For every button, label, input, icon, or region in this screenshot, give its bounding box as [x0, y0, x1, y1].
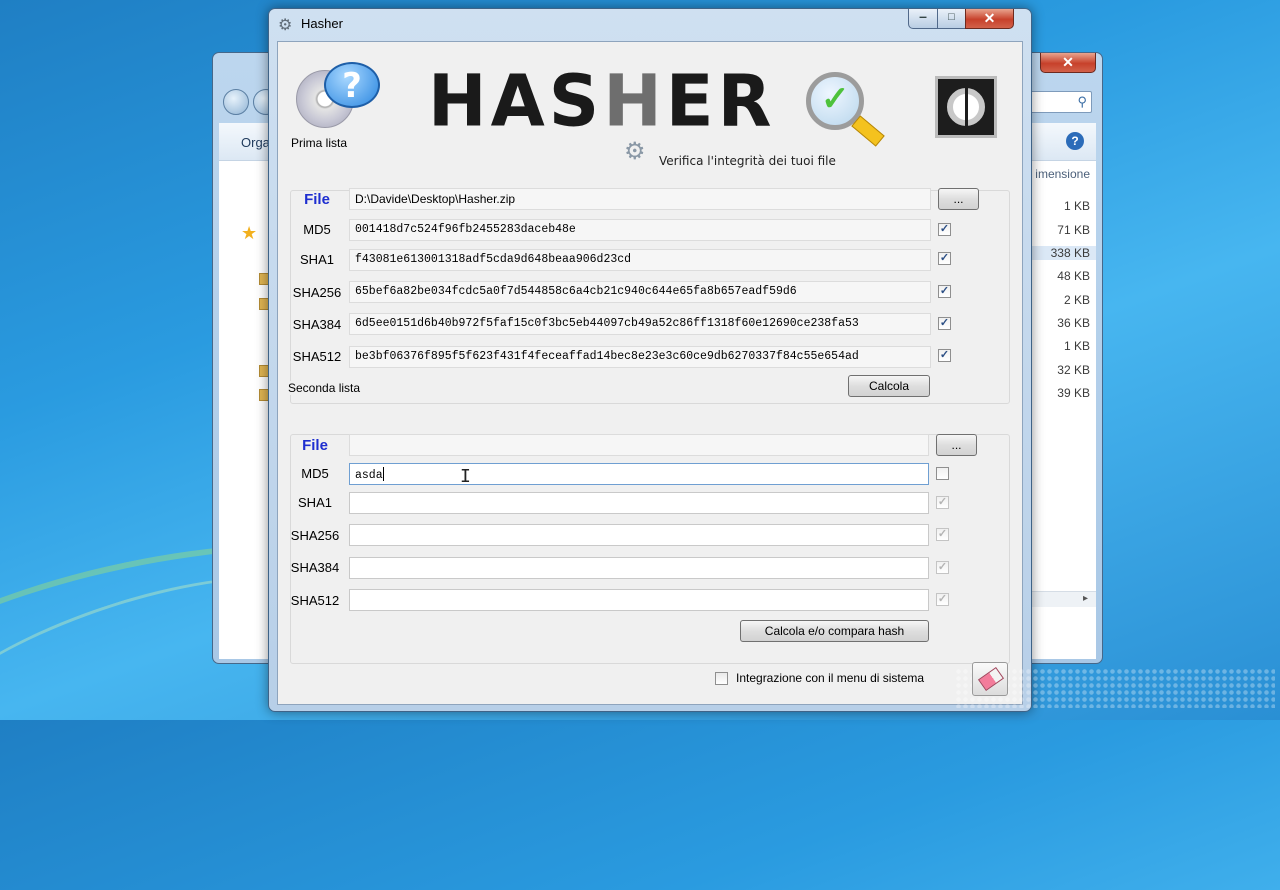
first-browse-button[interactable]: ...: [938, 188, 979, 210]
second-sha256-field[interactable]: [349, 524, 929, 546]
second-sha512-checkbox[interactable]: ✓: [936, 593, 949, 606]
help-icon[interactable]: ?: [1066, 132, 1084, 150]
app-logo-title: HASHER: [428, 59, 776, 143]
second-md5-value: asda: [355, 469, 383, 482]
file-size: 71 KB: [1057, 223, 1090, 237]
logo-text-part: HAS: [428, 59, 604, 143]
file-size: 32 KB: [1057, 363, 1090, 377]
explorer-close-button[interactable]: ✕: [1040, 53, 1096, 73]
logo-text-part: H: [603, 59, 666, 143]
brand-logo-icon: [935, 76, 997, 138]
compare-hash-button[interactable]: Calcola e/o compara hash: [740, 620, 929, 642]
second-browse-button[interactable]: ...: [936, 434, 977, 456]
search-icon: ⚲: [1077, 94, 1087, 109]
file-size: 48 KB: [1057, 269, 1090, 283]
first-list-label: Prima lista: [289, 136, 350, 150]
first-sha256-checkbox[interactable]: ✓: [938, 285, 951, 298]
second-md5-checkbox[interactable]: [936, 467, 949, 480]
eraser-icon: [977, 666, 1005, 692]
integration-checkbox[interactable]: [715, 672, 728, 685]
second-md5-field[interactable]: asda: [349, 463, 929, 485]
second-sha256-checkbox[interactable]: ✓: [936, 528, 949, 541]
first-file-label: File: [304, 191, 330, 208]
window-title: Hasher: [301, 16, 343, 31]
first-md5-label: MD5: [303, 222, 331, 237]
magnifier-handle: [851, 115, 885, 147]
second-sha1-checkbox[interactable]: ✓: [936, 496, 949, 509]
first-sha384-label: SHA384: [292, 317, 342, 332]
minimize-button[interactable]: –: [908, 9, 938, 29]
gears-icon: ⚙: [624, 138, 646, 165]
second-list-label: Seconda lista: [286, 381, 363, 395]
question-bubble-icon: ?: [324, 62, 380, 108]
app-subtitle: Verifica l'integrità dei tuoi file: [659, 154, 836, 168]
close-icon: ✕: [1062, 54, 1074, 70]
first-sha384-field[interactable]: 6d5ee0151d6b40b972f5faf15c0f3bc5eb44097c…: [349, 313, 931, 335]
first-sha512-label: SHA512: [292, 349, 342, 364]
integration-label: Integrazione con il menu di sistema: [736, 671, 925, 685]
first-sha512-field[interactable]: be3bf06376f895f5f623f431f4feceaffad14bec…: [349, 346, 931, 368]
first-sha1-label: SHA1: [300, 252, 334, 267]
second-md5-label: MD5: [301, 466, 329, 481]
size-column-header[interactable]: imensione: [1026, 167, 1096, 181]
back-button[interactable]: [223, 89, 249, 115]
second-sha256-label: SHA256: [290, 528, 340, 543]
gear-icon: ⚙: [278, 17, 293, 34]
scroll-right-icon[interactable]: ▸: [1083, 593, 1088, 604]
horizontal-scrollbar[interactable]: ▸: [1026, 591, 1096, 607]
first-sha256-field[interactable]: 65bef6a82be034fcdc5a0f7d544858c6a4cb21c9…: [349, 281, 931, 303]
second-sha1-field[interactable]: [349, 492, 929, 514]
first-md5-checkbox[interactable]: ✓: [938, 223, 951, 236]
check-icon: ✓: [821, 80, 850, 118]
first-sha256-label: SHA256: [292, 285, 342, 300]
first-sha512-checkbox[interactable]: ✓: [938, 349, 951, 362]
second-sha384-label: SHA384: [290, 560, 340, 575]
calcola-button[interactable]: Calcola: [848, 375, 930, 397]
file-size: 36 KB: [1057, 316, 1090, 330]
second-sha384-checkbox[interactable]: ✓: [936, 561, 949, 574]
first-sha1-checkbox[interactable]: ✓: [938, 252, 951, 265]
second-file-label: File: [302, 437, 328, 454]
file-size: 1 KB: [1063, 339, 1090, 353]
second-sha512-label: SHA512: [290, 593, 340, 608]
file-size: 1 KB: [1063, 199, 1090, 213]
second-sha384-field[interactable]: [349, 557, 929, 579]
clear-button[interactable]: [972, 662, 1008, 696]
close-icon: ✕: [983, 10, 996, 26]
second-sha512-field[interactable]: [349, 589, 929, 611]
second-sha1-label: SHA1: [298, 495, 332, 510]
first-sha1-field[interactable]: f43081e613001318adf5cda9d648beaa906d23cd: [349, 249, 931, 271]
logo-text-part: ER: [665, 59, 776, 143]
first-md5-field[interactable]: 001418d7c524f96fb2455283daceb48e: [349, 219, 931, 241]
text-caret: [382, 467, 384, 481]
file-size: 39 KB: [1057, 386, 1090, 400]
first-file-path-field[interactable]: D:\Davide\Desktop\Hasher.zip: [349, 188, 931, 210]
organize-menu[interactable]: Orga: [241, 135, 270, 150]
file-size: 2 KB: [1063, 293, 1090, 307]
text-cursor-icon: I: [460, 466, 471, 487]
first-sha384-checkbox[interactable]: ✓: [938, 317, 951, 330]
maximize-button[interactable]: □: [937, 9, 966, 29]
second-file-path-field[interactable]: [349, 434, 929, 456]
file-size-selected: 338 KB: [1026, 246, 1096, 260]
favorites-star-icon: ★: [241, 223, 258, 243]
brand-logo-bar: [965, 81, 968, 133]
close-button[interactable]: ✕: [965, 9, 1014, 29]
